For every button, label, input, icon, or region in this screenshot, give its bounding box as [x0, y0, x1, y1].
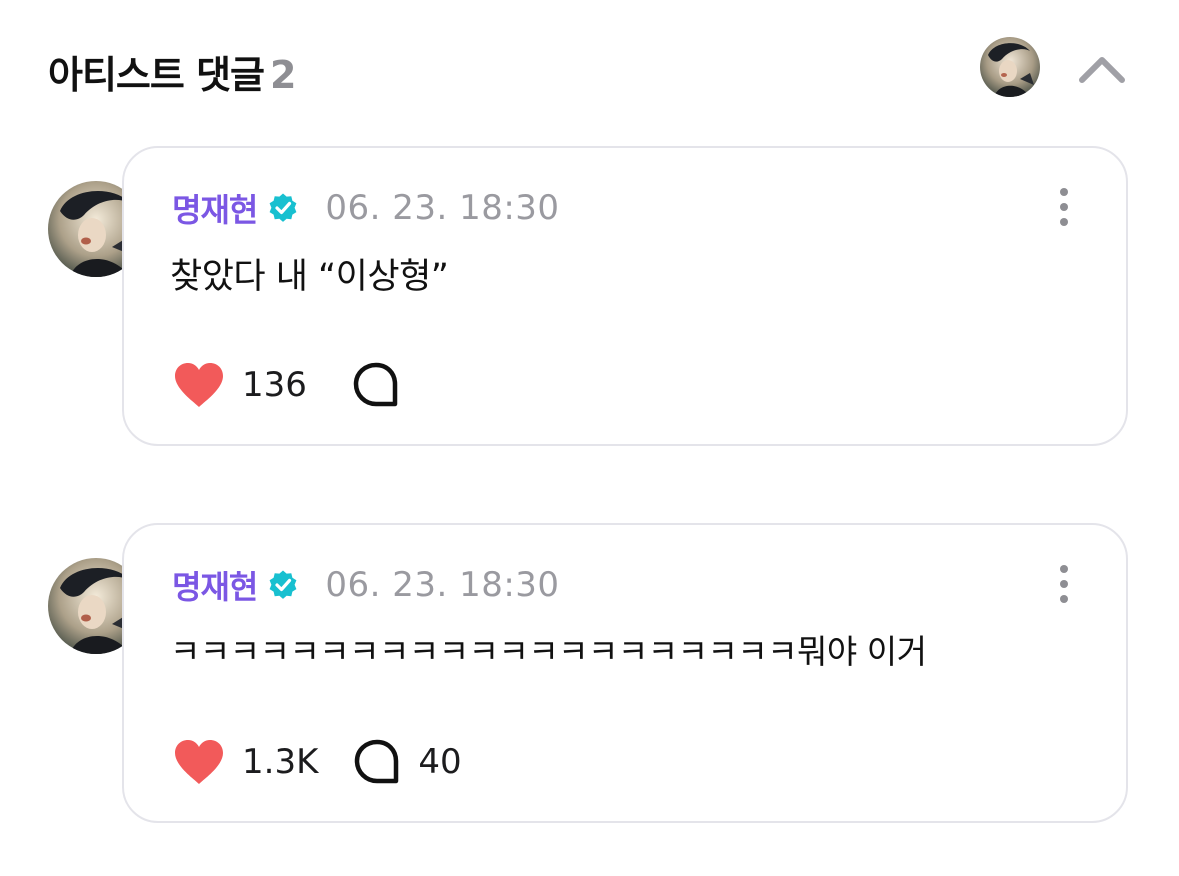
- reply-bubble-icon[interactable]: [351, 360, 401, 410]
- comment-actions: 136: [172, 360, 417, 410]
- more-options-icon[interactable]: [1054, 186, 1074, 228]
- comment-actions: 1.3K 40: [172, 737, 462, 787]
- like-count: 136: [242, 365, 307, 405]
- comment-meta: 명재현 06. 23. 18:30: [172, 563, 560, 607]
- section-title: 아티스트 댓글 2: [48, 44, 296, 99]
- comment-text: ㅋㅋㅋㅋㅋㅋㅋㅋㅋㅋㅋㅋㅋㅋㅋㅋㅋㅋㅋㅋㅋ뭐야 이거: [170, 632, 927, 671]
- like-heart-icon[interactable]: [172, 738, 226, 786]
- artist-comments-header: 아티스트 댓글 2: [48, 36, 1138, 100]
- reply-bubble-icon[interactable]: [352, 737, 402, 787]
- like-count: 1.3K: [242, 742, 319, 782]
- comment-author-name[interactable]: 명재현: [172, 185, 258, 231]
- verified-badge-icon: [269, 193, 297, 222]
- reply-count: 40: [418, 742, 462, 782]
- section-title-label: 아티스트 댓글: [48, 53, 265, 97]
- chevron-up-icon[interactable]: [1076, 48, 1128, 88]
- comment-text: 찾았다 내 “이상형”: [170, 257, 449, 297]
- avatar-image: [980, 37, 1040, 97]
- comment-count: 2: [270, 53, 296, 97]
- comment-card: 명재현 06. 23. 18:30 찾았다 내 “이상형” 136: [122, 146, 1128, 446]
- artist-avatar[interactable]: [980, 37, 1040, 97]
- comment-card: 명재현 06. 23. 18:30 ㅋㅋㅋㅋㅋㅋㅋㅋㅋㅋㅋㅋㅋㅋㅋㅋㅋㅋㅋㅋㅋ뭐…: [122, 523, 1128, 823]
- comment-author-name[interactable]: 명재현: [172, 562, 258, 608]
- comment-timestamp: 06. 23. 18:30: [325, 565, 560, 605]
- verified-badge-icon: [269, 570, 297, 599]
- comment-timestamp: 06. 23. 18:30: [325, 188, 560, 228]
- like-heart-icon[interactable]: [172, 361, 226, 409]
- more-options-icon[interactable]: [1054, 563, 1074, 605]
- comment-meta: 명재현 06. 23. 18:30: [172, 186, 560, 230]
